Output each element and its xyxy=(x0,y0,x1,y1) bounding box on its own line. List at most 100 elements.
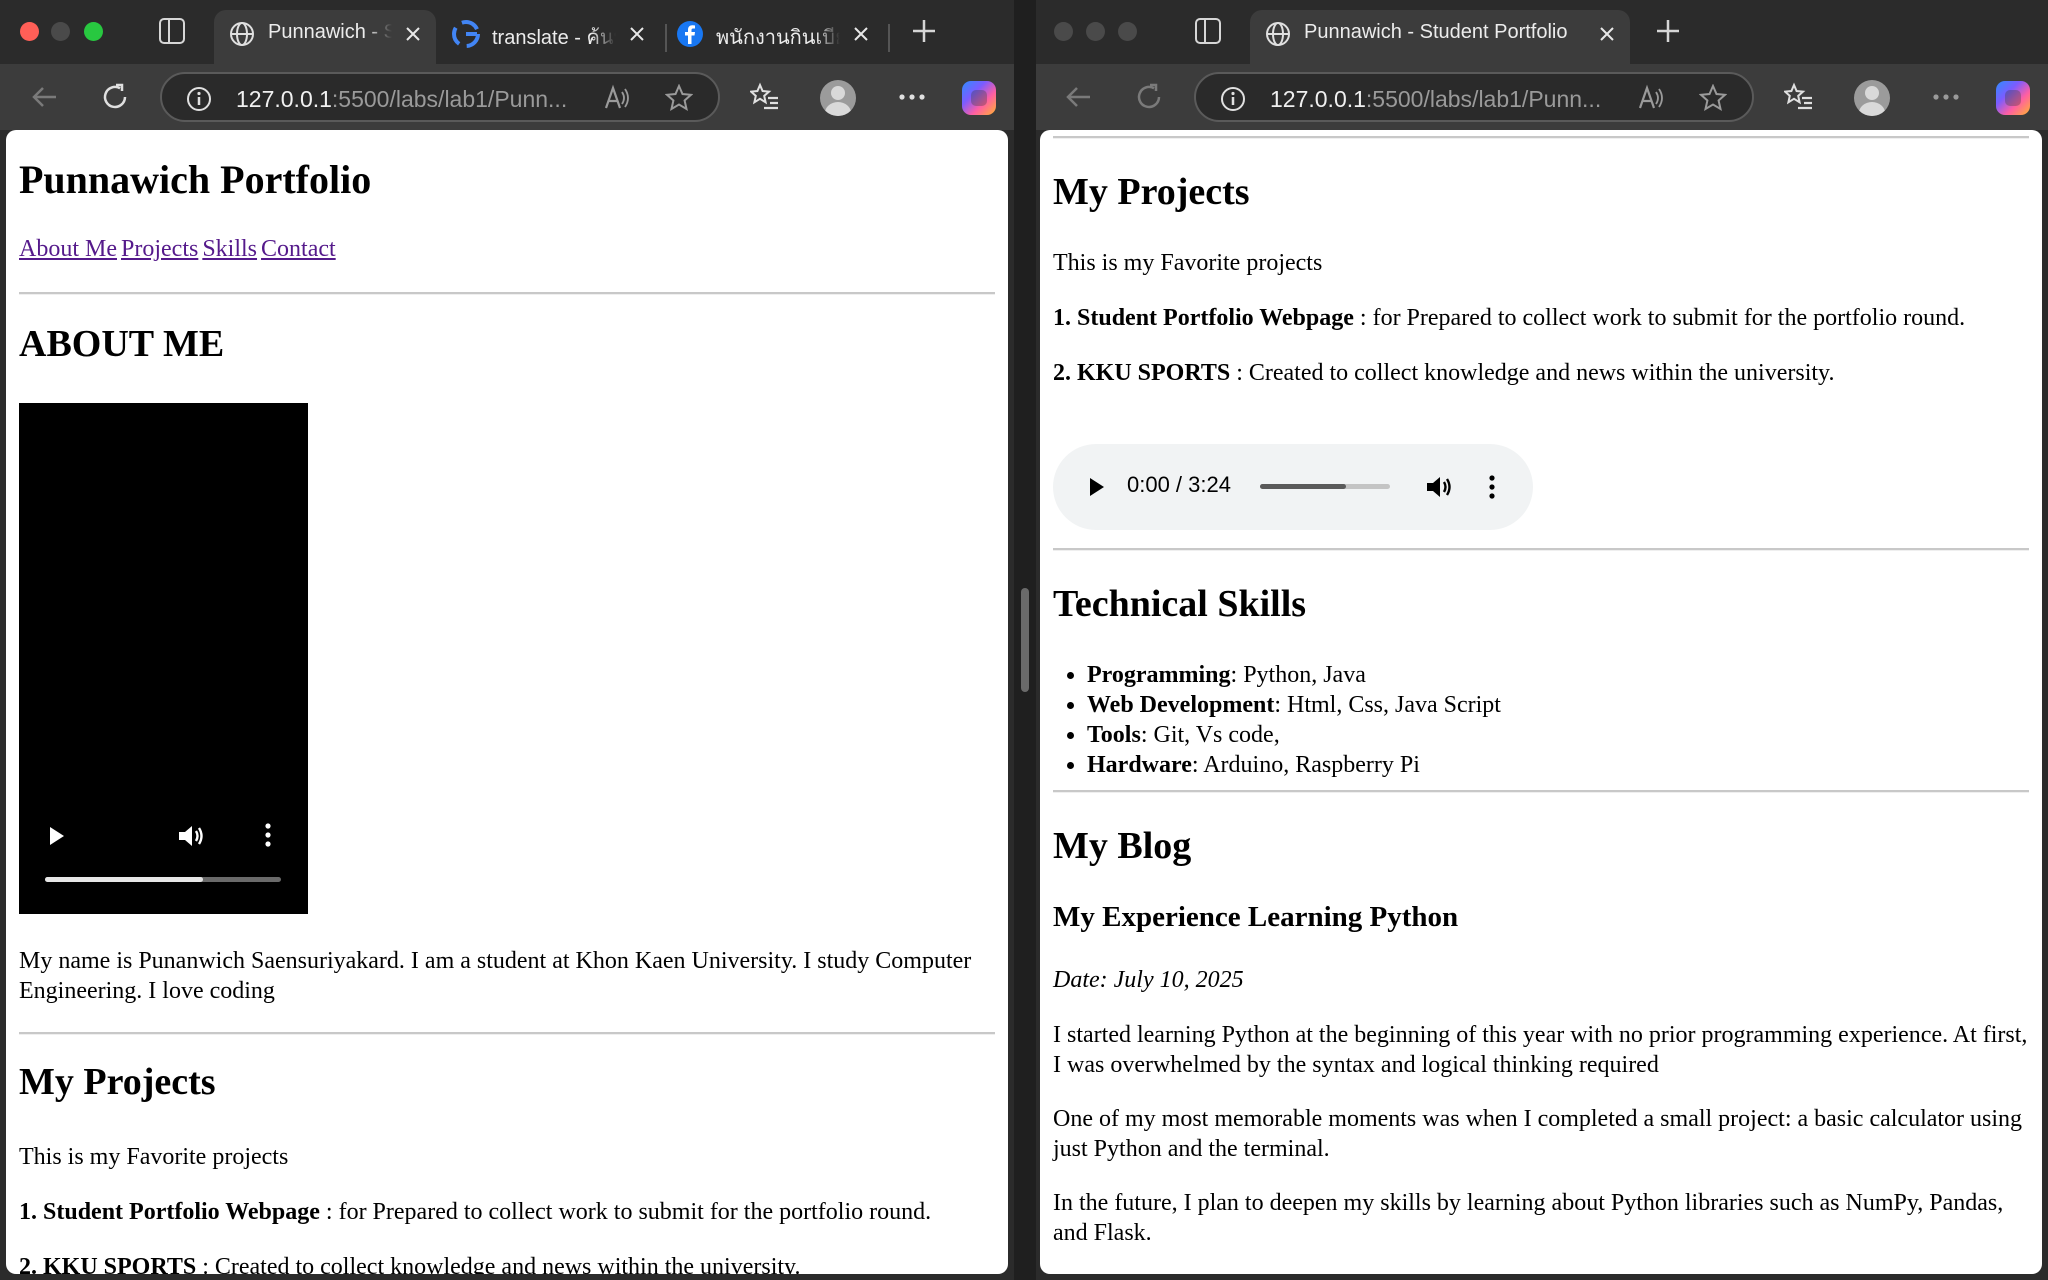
more-menu-icon[interactable] xyxy=(1930,81,1962,113)
projects-intro: This is my Favorite projects xyxy=(19,1144,289,1170)
nav-bar: About Me Projects Skills Contact xyxy=(19,236,336,263)
projects-heading: My Projects xyxy=(19,1061,216,1103)
page-viewport-right: My Projects This is my Favorite projects… xyxy=(1040,130,2042,1274)
audio-player[interactable]: 0:00 / 3:24 xyxy=(1053,444,1533,530)
project-name: 1. Student Portfolio Webpage xyxy=(19,1199,320,1225)
refresh-icon[interactable] xyxy=(1133,81,1165,113)
refresh-icon[interactable] xyxy=(99,81,131,113)
project-item: 1. Student Portfolio Webpage : for Prepa… xyxy=(19,1197,931,1227)
skill-name: Tools xyxy=(1087,722,1141,748)
close-window-button[interactable] xyxy=(20,22,39,41)
video-progress-bar[interactable] xyxy=(45,877,281,882)
skill-value: : Html, Css, Java Script xyxy=(1274,692,1501,718)
video-player[interactable] xyxy=(19,403,308,914)
skill-value: : Arduino, Raspberry Pi xyxy=(1191,752,1420,778)
project-name: 1. Student Portfolio Webpage xyxy=(1053,305,1354,331)
divider xyxy=(1053,790,2029,793)
skill-value: : Git, Vs code, xyxy=(1140,722,1280,748)
volume-icon[interactable] xyxy=(177,823,205,854)
profile-avatar[interactable] xyxy=(820,80,856,116)
tab-translate[interactable]: translate - ค้นหาด้วย Google xyxy=(438,10,660,64)
play-icon[interactable] xyxy=(49,826,65,851)
tab-bar: Punnawich - Student Portfolio xyxy=(1036,0,2048,64)
address-bar[interactable]: 127.0.0.1:5500/labs/lab1/Punn... xyxy=(1194,72,1754,122)
tab-actions-icon[interactable] xyxy=(1195,18,1221,44)
divider xyxy=(19,1032,995,1035)
blog-paragraph: I started learning Python at the beginni… xyxy=(1053,1022,2028,1078)
close-tab-icon[interactable] xyxy=(400,21,426,47)
nav-link-about[interactable]: About Me xyxy=(19,236,117,262)
audio-time: 0:00 / 3:24 xyxy=(1127,472,1231,497)
copilot-icon[interactable] xyxy=(1996,81,2030,115)
new-tab-button[interactable] xyxy=(1653,16,1683,46)
split-handle[interactable] xyxy=(1021,588,1029,692)
tab-bar: Punnawich - Student Portfolio translate … xyxy=(0,0,1014,64)
back-arrow-icon[interactable] xyxy=(1062,81,1094,113)
read-aloud-icon[interactable] xyxy=(602,84,630,117)
skills-heading: Technical Skills xyxy=(1053,583,1307,625)
favorites-list-icon[interactable] xyxy=(1783,81,1815,113)
split-divider[interactable] xyxy=(1014,0,1036,1280)
list-item: Web Development: Html, Css, Java Script xyxy=(1087,690,2029,720)
profile-avatar[interactable] xyxy=(1854,80,1890,116)
tab-title: Punnawich - Student Portfolio xyxy=(1304,21,1568,43)
back-arrow-icon[interactable] xyxy=(28,81,60,113)
nav-link-contact[interactable]: Contact xyxy=(261,236,336,262)
close-tab-icon[interactable] xyxy=(1594,21,1620,47)
tab-title: พนักงานกินเบียร์ xyxy=(716,27,840,49)
project-name: 2. KKU SPORTS xyxy=(1053,360,1231,386)
nav-link-skills[interactable]: Skills xyxy=(202,236,257,262)
play-icon[interactable] xyxy=(1089,477,1105,502)
project-item: 2. KKU SPORTS : Created to collect knowl… xyxy=(19,1252,800,1274)
tab-portfolio[interactable]: Punnawich - Student Portfolio xyxy=(214,10,436,64)
url-text: 127.0.0.1:5500/labs/lab1/Punn... xyxy=(1270,86,1602,112)
blog-paragraph: In the future, I plan to deepen my skill… xyxy=(1053,1190,2004,1246)
more-options-icon[interactable] xyxy=(1489,475,1495,504)
minimize-window-button[interactable] xyxy=(51,22,70,41)
maximize-window-button[interactable] xyxy=(1118,22,1137,41)
nav-link-projects[interactable]: Projects xyxy=(121,236,198,262)
volume-icon[interactable] xyxy=(1425,474,1453,505)
skill-name: Hardware xyxy=(1087,752,1192,778)
list-item: Hardware: Arduino, Raspberry Pi xyxy=(1087,750,2029,780)
new-tab-button[interactable] xyxy=(909,16,939,46)
tab-portfolio[interactable]: Punnawich - Student Portfolio xyxy=(1250,10,1630,64)
maximize-window-button[interactable] xyxy=(84,22,103,41)
projects-heading: My Projects xyxy=(1053,171,1250,213)
tab-facebook[interactable]: พนักงานกินเบียร์ xyxy=(662,10,884,64)
tab-title: Punnawich - Student Portfolio xyxy=(268,21,392,43)
project-name: 2. KKU SPORTS xyxy=(19,1254,197,1274)
project-desc: : Created to collect knowledge and news … xyxy=(196,1254,801,1274)
tab-actions-icon[interactable] xyxy=(159,18,185,44)
close-tab-icon[interactable] xyxy=(624,21,650,47)
blog-heading: My Blog xyxy=(1053,825,1192,867)
favorite-star-icon[interactable] xyxy=(1698,83,1728,117)
video-progress-fill xyxy=(45,877,204,882)
audio-progress-bar[interactable] xyxy=(1260,484,1390,489)
minimize-window-button[interactable] xyxy=(1086,22,1105,41)
blog-post-title: My Experience Learning Python xyxy=(1053,901,1459,933)
projects-intro: This is my Favorite projects xyxy=(1053,250,1323,276)
close-window-button[interactable] xyxy=(1054,22,1073,41)
copilot-icon[interactable] xyxy=(962,81,996,115)
project-item: 1. Student Portfolio Webpage : for Prepa… xyxy=(1053,303,1965,333)
audio-progress-fill xyxy=(1260,484,1346,489)
browser-window-right: Punnawich - Student Portfolio 127.0.0.1:… xyxy=(1036,0,2048,1280)
project-desc: : for Prepared to collect work to submit… xyxy=(319,1199,932,1225)
favorite-star-icon[interactable] xyxy=(664,83,694,117)
close-tab-icon[interactable] xyxy=(848,21,874,47)
facebook-icon xyxy=(676,20,704,48)
site-title: Punnawich Portfolio xyxy=(19,157,372,202)
tab-title: translate - ค้นหาด้วย Google xyxy=(492,27,616,49)
site-info-icon[interactable] xyxy=(186,86,212,117)
more-menu-icon[interactable] xyxy=(896,81,928,113)
divider xyxy=(19,292,995,295)
more-options-icon[interactable] xyxy=(265,823,271,852)
url-text: 127.0.0.1:5500/labs/lab1/Punn... xyxy=(236,86,568,112)
browser-window-left: Punnawich - Student Portfolio translate … xyxy=(0,0,1014,1280)
blog-paragraph: One of my most memorable moments was whe… xyxy=(1053,1106,2023,1162)
address-bar[interactable]: 127.0.0.1:5500/labs/lab1/Punn... xyxy=(160,72,720,122)
favorites-list-icon[interactable] xyxy=(749,81,781,113)
read-aloud-icon[interactable] xyxy=(1636,84,1664,117)
site-info-icon[interactable] xyxy=(1220,86,1246,117)
